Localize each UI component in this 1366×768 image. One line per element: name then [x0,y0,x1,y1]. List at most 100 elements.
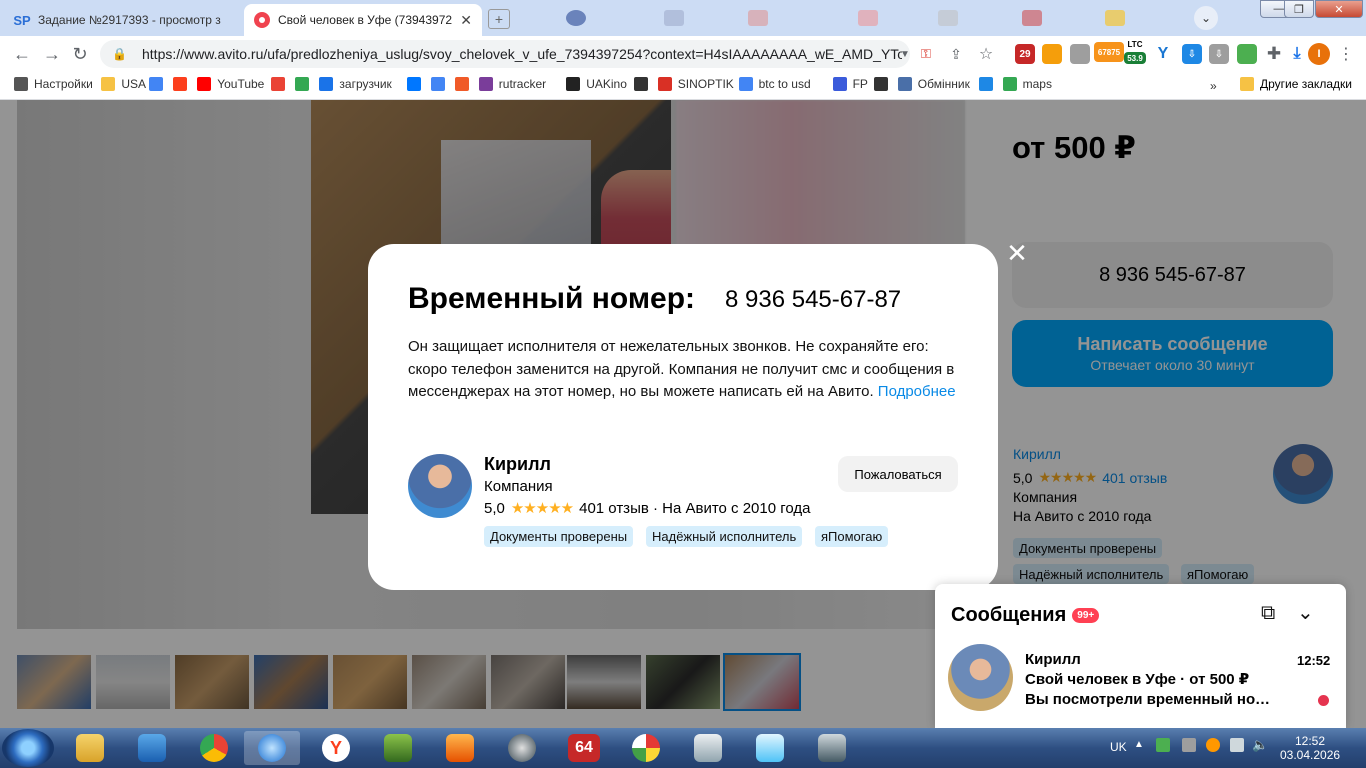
tray-up-icon[interactable]: ▲ [1134,739,1144,750]
chat-name[interactable]: Кирилл [1025,651,1081,668]
new-tab-button[interactable]: + [488,9,510,29]
close-window-button[interactable]: ✕ [1315,0,1363,18]
taskbar-calculator[interactable] [680,731,736,765]
maximize-button[interactable]: ❐ [1284,0,1314,18]
ghost-tab-icon[interactable] [1022,10,1042,26]
taskbar-yandex[interactable]: Y [308,731,364,765]
bookmark-item[interactable]: Настройки [14,77,93,91]
close-icon[interactable]: ✕ [1004,240,1030,266]
tab-close-icon[interactable]: ✕ [460,12,472,29]
profile-avatar[interactable]: I [1308,43,1330,65]
tab-title: Задание №2917393 - просмотр з [38,13,221,27]
bookmark-item[interactable] [454,77,475,91]
ghost-tab-icon[interactable] [664,10,684,26]
bookmark-label: Обмінник [917,77,970,91]
taskbar-app[interactable]: 64 [556,731,612,765]
taskbar-app[interactable] [494,731,550,765]
bookmark-item[interactable]: Обмінник [897,77,970,91]
taskbar-app[interactable] [124,731,180,765]
taskbar-app[interactable] [370,731,426,765]
rutracker-icon [478,77,493,91]
modal-seller-name[interactable]: Кирилл [484,454,551,475]
back-icon[interactable]: ← [12,44,32,64]
taskbar-app[interactable] [742,731,798,765]
bookmark-item[interactable]: maps [1002,77,1052,91]
modal-seller-avatar[interactable] [408,454,472,518]
language-indicator[interactable]: UK [1110,740,1127,754]
network-icon[interactable] [1230,738,1244,752]
start-button[interactable] [2,729,54,767]
bookmark-item[interactable]: SINOPTIK [657,77,734,91]
bookmark-item[interactable]: btc to usd [738,77,811,91]
tray-app-icon[interactable] [1156,738,1170,752]
other-bookmarks[interactable]: Другие закладки [1240,77,1352,91]
bookmark-item[interactable] [295,77,315,91]
clock-date: 03.04.2026 [1280,748,1341,762]
extension-icon[interactable]: 29 [1015,44,1035,64]
bookmarks-overflow-icon[interactable]: » [1210,79,1217,93]
bookmark-item[interactable]: FP [832,77,868,91]
tray-app-icon[interactable] [1182,738,1196,752]
bookmark-item[interactable] [406,77,427,91]
bookmark-item[interactable] [873,77,894,91]
taskbar-app[interactable] [432,731,488,765]
toolbar: ← → ↻ 🔒 https://www.avito.ru/ufa/predloz… [0,36,1366,72]
badge-ya-pomogayu: яПомогаю [815,526,889,547]
ghost-tab-icon[interactable] [748,10,768,26]
bookmark-item[interactable]: rutracker [478,77,546,91]
star-icon[interactable]: ☆ [976,44,996,64]
address-bar[interactable]: 🔒 https://www.avito.ru/ufa/predlozheniya… [100,40,910,68]
menu-icon[interactable]: ⋮ [1336,44,1356,64]
extension-icon[interactable] [1070,44,1090,64]
ghost-tab-icon[interactable] [938,10,958,26]
dropdown-icon[interactable]: ▼ [895,44,915,64]
bookmark-item[interactable]: USA [101,77,146,91]
learn-more-link[interactable]: Подробнее [878,383,956,400]
extension-icon[interactable]: ⇩ [1209,44,1229,64]
bookmark-label: загрузчик [339,77,392,91]
bookmark-item[interactable]: UAKino [566,77,627,91]
chat-avatar[interactable] [948,644,1013,711]
folder-icon [76,734,104,762]
taskbar-browser[interactable] [244,731,300,765]
volume-icon[interactable]: 🔈 [1252,737,1268,753]
key-icon[interactable]: ⚿ [916,44,936,64]
ghost-tab-icon[interactable] [566,10,586,26]
taskbar-app[interactable] [618,731,674,765]
puzzle-icon[interactable]: ✚ [1264,44,1284,64]
bookmark-item[interactable] [173,77,193,91]
share-icon[interactable]: ⇪ [946,44,966,64]
ghost-tab-icon[interactable] [858,10,878,26]
taskbar-chrome[interactable] [186,731,242,765]
bookmark-item[interactable] [633,77,654,91]
open-external-icon[interactable]: ⧉ [1261,602,1275,625]
taskbar-explorer[interactable] [62,731,118,765]
chat-preview[interactable]: Вы посмотрели временный номер [1025,691,1275,708]
downloads-icon[interactable]: ⤓ [1287,44,1307,64]
system-clock[interactable]: 12:52 03.04.2026 [1280,734,1340,762]
bookmark-item[interactable] [271,77,291,91]
bookmark-item[interactable]: YouTube [197,77,264,91]
download-extension-icon[interactable]: ⇩ [1182,44,1202,64]
bookmark-item[interactable] [430,77,451,91]
bookmark-item[interactable] [149,77,169,91]
ltc-extension-icon[interactable]: 53.9 [1124,52,1146,64]
chat-subject[interactable]: Свой человек в Уфе · от 500 ₽ [1025,670,1249,688]
extension-icon[interactable]: Y [1153,44,1173,64]
tab-search-icon[interactable]: ⌄ [1194,6,1218,30]
forward-icon[interactable]: → [42,44,62,64]
bookmark-item[interactable]: загрузчик [319,77,392,91]
tray-app-icon[interactable] [1206,738,1220,752]
btc-extension-icon[interactable]: 67875 [1094,42,1124,62]
extension-icon[interactable] [1237,44,1257,64]
ltc-label: LTC [1127,40,1143,49]
tab-task[interactable]: SP Задание №2917393 - просмотр з [4,4,242,36]
bookmark-item[interactable] [978,77,999,91]
ghost-tab-icon[interactable] [1105,10,1125,26]
reload-icon[interactable]: ↻ [70,44,90,64]
chevron-down-icon[interactable]: ⌄ [1297,600,1314,625]
taskbar-app[interactable] [804,731,860,765]
extension-icon[interactable] [1042,44,1062,64]
complain-button[interactable]: Пожаловаться [838,456,958,492]
tab-avito[interactable]: Свой человек в Уфе (7394397254 ✕ [244,4,482,36]
